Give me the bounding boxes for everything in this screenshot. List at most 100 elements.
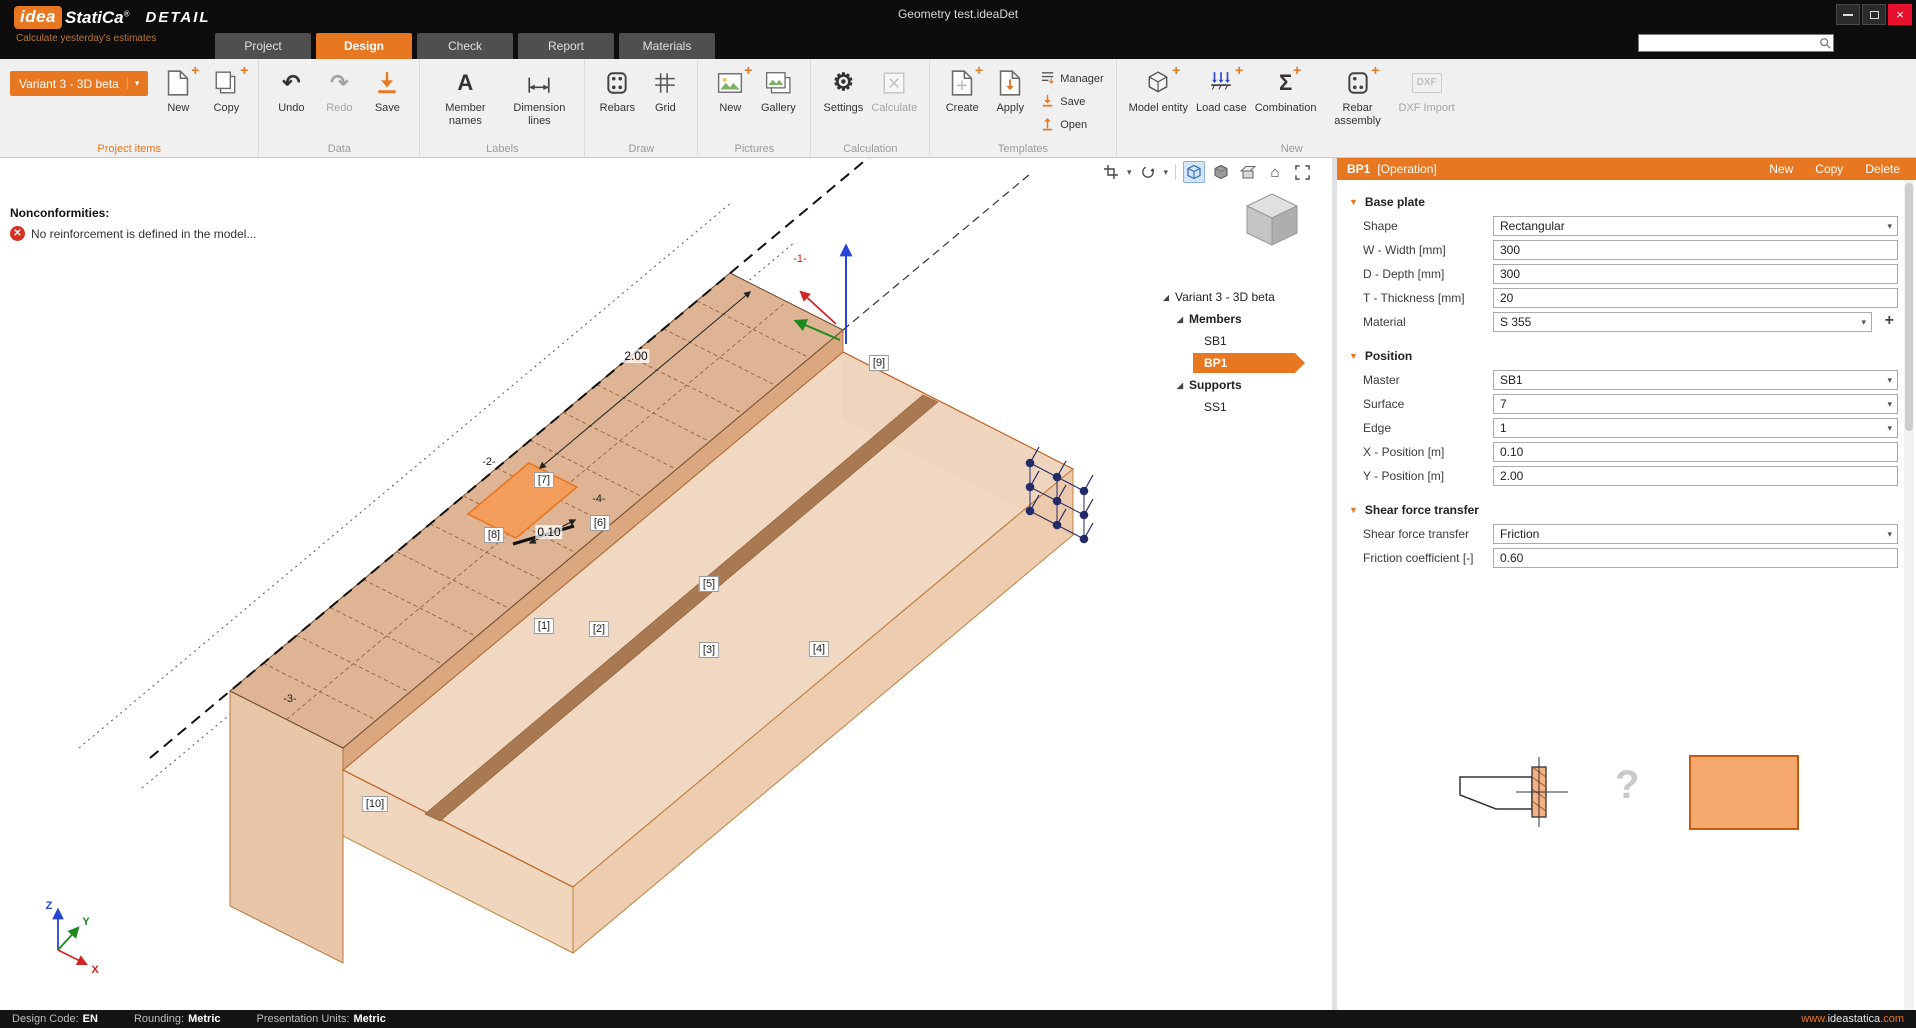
tree-item-sb1[interactable]: SB1 <box>1160 330 1332 352</box>
operation-copy-button[interactable]: Copy <box>1815 162 1843 176</box>
add-material-button[interactable]: + <box>1885 313 1894 329</box>
tree-root-variant[interactable]: ◢ Variant 3 - 3D beta <box>1160 286 1332 308</box>
search-box[interactable] <box>1638 34 1834 52</box>
grid-icon <box>652 67 678 99</box>
save-button[interactable]: Save <box>363 62 411 138</box>
section-base-plate[interactable]: ▼ Base plate <box>1337 195 1902 209</box>
dimension-lines-button[interactable]: Dimension lines <box>502 62 576 138</box>
minimize-button[interactable] <box>1836 4 1860 25</box>
width-input[interactable] <box>1493 240 1898 260</box>
tab-project[interactable]: Project <box>215 33 311 59</box>
variant-dropdown[interactable]: Variant 3 - 3D beta ▾ <box>10 71 148 96</box>
shape-select[interactable]: Rectangular ▾ <box>1493 216 1898 236</box>
settings-button[interactable]: ⚙ Settings <box>819 62 867 138</box>
new-document-icon: + <box>166 67 190 99</box>
clipping-plane-icon[interactable] <box>1237 161 1259 183</box>
button-label: Copy <box>214 102 240 115</box>
button-label: Model entity <box>1129 102 1188 115</box>
tree-item-bp1-selected[interactable]: BP1 <box>1160 352 1332 374</box>
viewport-3d[interactable]: Z Y X Nonconformities: ✕ No reinforcemen… <box>0 158 1332 1010</box>
surface-select[interactable]: 7 ▾ <box>1493 394 1898 414</box>
template-apply-button[interactable]: Apply <box>986 62 1034 138</box>
prop-label: Shape <box>1363 219 1398 233</box>
operation-new-button[interactable]: New <box>1769 162 1793 176</box>
chevron-down-icon[interactable]: ▾ <box>1127 167 1132 178</box>
material-select[interactable]: S 355 ▾ <box>1493 312 1872 332</box>
chevron-down-icon[interactable]: ▾ <box>1164 167 1169 178</box>
tab-design[interactable]: Design <box>316 33 412 59</box>
gallery-button[interactable]: Gallery <box>754 62 802 138</box>
calculate-button[interactable]: Calculate <box>867 62 921 138</box>
chevron-down-icon: ▾ <box>1887 423 1897 434</box>
template-open-button[interactable]: Open <box>1040 116 1103 134</box>
expander-icon[interactable]: ◢ <box>1160 293 1172 302</box>
master-select[interactable]: SB1 ▾ <box>1493 370 1898 390</box>
button-label: Open <box>1060 119 1087 131</box>
gear-icon: ⚙ <box>833 67 855 99</box>
panel-scrollbar[interactable] <box>1904 180 1914 1010</box>
tree-item-ss1[interactable]: SS1 <box>1160 396 1332 418</box>
prop-row-material: Material S 355 ▾ + <box>1337 310 1902 334</box>
search-input[interactable] <box>1639 36 1817 50</box>
template-manager-button[interactable]: Manager <box>1040 70 1103 88</box>
scene-label: [10] <box>362 796 388 812</box>
axis-y-label: Y <box>82 916 89 928</box>
new-project-item-button[interactable]: + New <box>154 62 202 138</box>
edge-select[interactable]: 1 ▾ <box>1493 418 1898 438</box>
close-button[interactable]: × <box>1888 4 1912 25</box>
expander-icon[interactable]: ◢ <box>1174 315 1186 324</box>
copy-project-item-button[interactable]: + Copy <box>202 62 250 138</box>
navigation-cube[interactable] <box>1244 191 1300 252</box>
template-create-icon: + <box>950 67 974 99</box>
model-entity-button[interactable]: + Model entity <box>1125 62 1192 138</box>
question-mark: ? <box>1615 763 1639 808</box>
scene-label: 0.10 <box>535 525 562 539</box>
tab-materials[interactable]: Materials <box>619 33 715 59</box>
home-view-icon[interactable]: ⌂ <box>1264 161 1286 183</box>
thickness-input[interactable] <box>1493 288 1898 308</box>
member-names-button[interactable]: A Member names <box>428 62 502 138</box>
y-position-input[interactable] <box>1493 466 1898 486</box>
group-label: New <box>1117 143 1467 155</box>
rotate-view-icon[interactable] <box>1137 161 1159 183</box>
tree-group-supports[interactable]: ◢ Supports <box>1160 374 1332 396</box>
search-icon <box>1817 37 1833 49</box>
operation-delete-button[interactable]: Delete <box>1865 162 1900 176</box>
group-label: Templates <box>930 143 1115 155</box>
section-position[interactable]: ▼ Position <box>1337 349 1902 363</box>
combination-button[interactable]: Σ+ Combination <box>1251 62 1321 138</box>
depth-input[interactable] <box>1493 264 1898 284</box>
template-save-button[interactable]: Save <box>1040 93 1103 111</box>
redo-button[interactable]: ↷ Redo <box>315 62 363 138</box>
section-shear-force-transfer[interactable]: ▼ Shear force transfer <box>1337 503 1902 517</box>
x-position-input[interactable] <box>1493 442 1898 462</box>
load-case-button[interactable]: + Load case <box>1192 62 1251 138</box>
rebars-button[interactable]: Rebars <box>593 62 641 138</box>
scrollbar-thumb[interactable] <box>1905 183 1913 431</box>
tree-group-members[interactable]: ◢ Members <box>1160 308 1332 330</box>
tab-check[interactable]: Check <box>417 33 513 59</box>
master-value: SB1 <box>1500 373 1523 387</box>
solid-cube-icon[interactable] <box>1210 161 1232 183</box>
close-icon: × <box>1896 7 1904 22</box>
scene-3d[interactable] <box>0 158 1332 1010</box>
fullscreen-icon[interactable] <box>1291 161 1313 183</box>
prop-row-shape: Shape Rectangular ▾ <box>1337 214 1902 238</box>
template-create-button[interactable]: + Create <box>938 62 986 138</box>
new-picture-button[interactable]: + New <box>706 62 754 138</box>
axis-z-label: Z <box>46 900 53 912</box>
button-label: Load case <box>1196 102 1247 115</box>
grid-button[interactable]: Grid <box>641 62 689 138</box>
dxf-import-button[interactable]: DXF DXF Import <box>1395 62 1459 138</box>
maximize-button[interactable] <box>1862 4 1886 25</box>
section-tool-icon[interactable] <box>1100 161 1122 183</box>
rebar-assembly-button[interactable]: + Rebar assembly <box>1321 62 1395 138</box>
wireframe-cube-icon[interactable] <box>1183 161 1205 183</box>
expander-icon[interactable]: ◢ <box>1174 381 1186 390</box>
shear-transfer-select[interactable]: Friction ▾ <box>1493 524 1898 544</box>
button-label: Grid <box>655 102 676 115</box>
undo-button[interactable]: ↶ Undo <box>267 62 315 138</box>
friction-coefficient-input[interactable] <box>1493 548 1898 568</box>
tab-report[interactable]: Report <box>518 33 614 59</box>
website-link[interactable]: www.ideastatica.com <box>1801 1013 1904 1025</box>
